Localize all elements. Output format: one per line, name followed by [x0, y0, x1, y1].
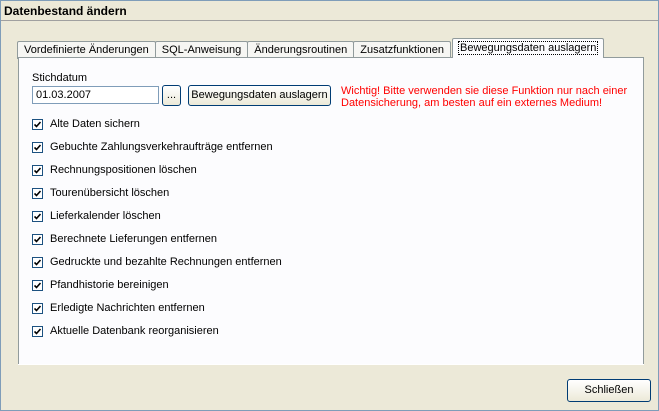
option-gedruckte-rechnungen[interactable]: Gedruckte und bezahlte Rechnungen entfer…: [32, 254, 282, 270]
option-zahlungsverkehrauftraege[interactable]: Gebuchte Zahlungsverkehraufträge entfern…: [32, 139, 273, 155]
checkbox[interactable]: [32, 279, 43, 291]
option-rechnungspositionen[interactable]: Rechnungspositionen löschen: [32, 162, 197, 178]
checkmark-icon: [34, 189, 41, 197]
option-label: Erledigte Nachrichten entfernen: [50, 302, 205, 314]
stichdatum-label: Stichdatum: [32, 72, 88, 84]
option-label: Berechnete Lieferungen entfernen: [50, 233, 217, 245]
option-tourenuebersicht[interactable]: Tourenübersicht löschen: [32, 185, 169, 201]
option-label: Pfandhistorie bereinigen: [50, 279, 169, 291]
checkbox[interactable]: [32, 325, 43, 337]
option-berechnete-lieferungen[interactable]: Berechnete Lieferungen entfernen: [32, 231, 217, 247]
option-erledigte-nachrichten[interactable]: Erledigte Nachrichten entfernen: [32, 300, 205, 316]
option-label: Aktuelle Datenbank reorganisieren: [50, 325, 219, 337]
checkmark-icon: [34, 258, 41, 266]
dialog-window: Datenbestand ändern Vordefinierte Änderu…: [0, 0, 659, 411]
option-label: Rechnungspositionen löschen: [50, 164, 197, 176]
checkmark-icon: [34, 327, 41, 335]
option-label: Gebuchte Zahlungsverkehraufträge entfern…: [50, 141, 273, 153]
checkbox[interactable]: [32, 118, 43, 130]
bewegungsdaten-auslagern-button[interactable]: Bewegungsdaten auslagern: [188, 85, 331, 106]
checkmark-icon: [34, 281, 41, 289]
checkmark-icon: [34, 212, 41, 220]
checkbox[interactable]: [32, 141, 43, 153]
date-browse-button[interactable]: ...: [162, 85, 181, 106]
checkmark-icon: [34, 120, 41, 128]
checkbox[interactable]: [32, 187, 43, 199]
warning-text: Wichtig! Bitte verwenden sie diese Funkt…: [341, 85, 628, 109]
checkmark-icon: [34, 304, 41, 312]
checkmark-icon: [34, 166, 41, 174]
checkbox[interactable]: [32, 233, 43, 245]
panel-divider: [18, 364, 644, 365]
option-lieferkalender[interactable]: Lieferkalender löschen: [32, 208, 161, 224]
title-divider: [1, 20, 658, 21]
option-label: Alte Daten sichern: [50, 118, 140, 130]
checkmark-icon: [34, 143, 41, 151]
option-label: Tourenübersicht löschen: [50, 187, 170, 199]
tab-bewegungsdaten-auslagern[interactable]: Bewegungsdaten auslagern: [452, 38, 605, 58]
tab-bewegungsdaten-auslagern-label: Bewegungsdaten auslagern: [458, 41, 599, 55]
window-title: Datenbestand ändern: [4, 4, 127, 18]
tab-strip: Vordefinierte Änderungen SQL-Anweisung Ä…: [17, 38, 605, 59]
option-label: Gedruckte und bezahlte Rechnungen entfer…: [50, 256, 282, 268]
checkbox[interactable]: [32, 256, 43, 268]
checkbox[interactable]: [32, 302, 43, 314]
checkmark-icon: [34, 235, 41, 243]
checkbox[interactable]: [32, 210, 43, 222]
close-button[interactable]: Schließen: [567, 379, 651, 402]
option-alte-daten-sichern[interactable]: Alte Daten sichern: [32, 116, 140, 132]
option-datenbank-reorganisieren[interactable]: Aktuelle Datenbank reorganisieren: [32, 323, 219, 339]
checkbox[interactable]: [32, 164, 43, 176]
tab-panel: Stichdatum ... Bewegungsdaten auslagern …: [18, 57, 644, 365]
stichdatum-input[interactable]: [32, 86, 159, 104]
option-label: Lieferkalender löschen: [50, 210, 161, 222]
option-pfandhistorie[interactable]: Pfandhistorie bereinigen: [32, 277, 169, 293]
